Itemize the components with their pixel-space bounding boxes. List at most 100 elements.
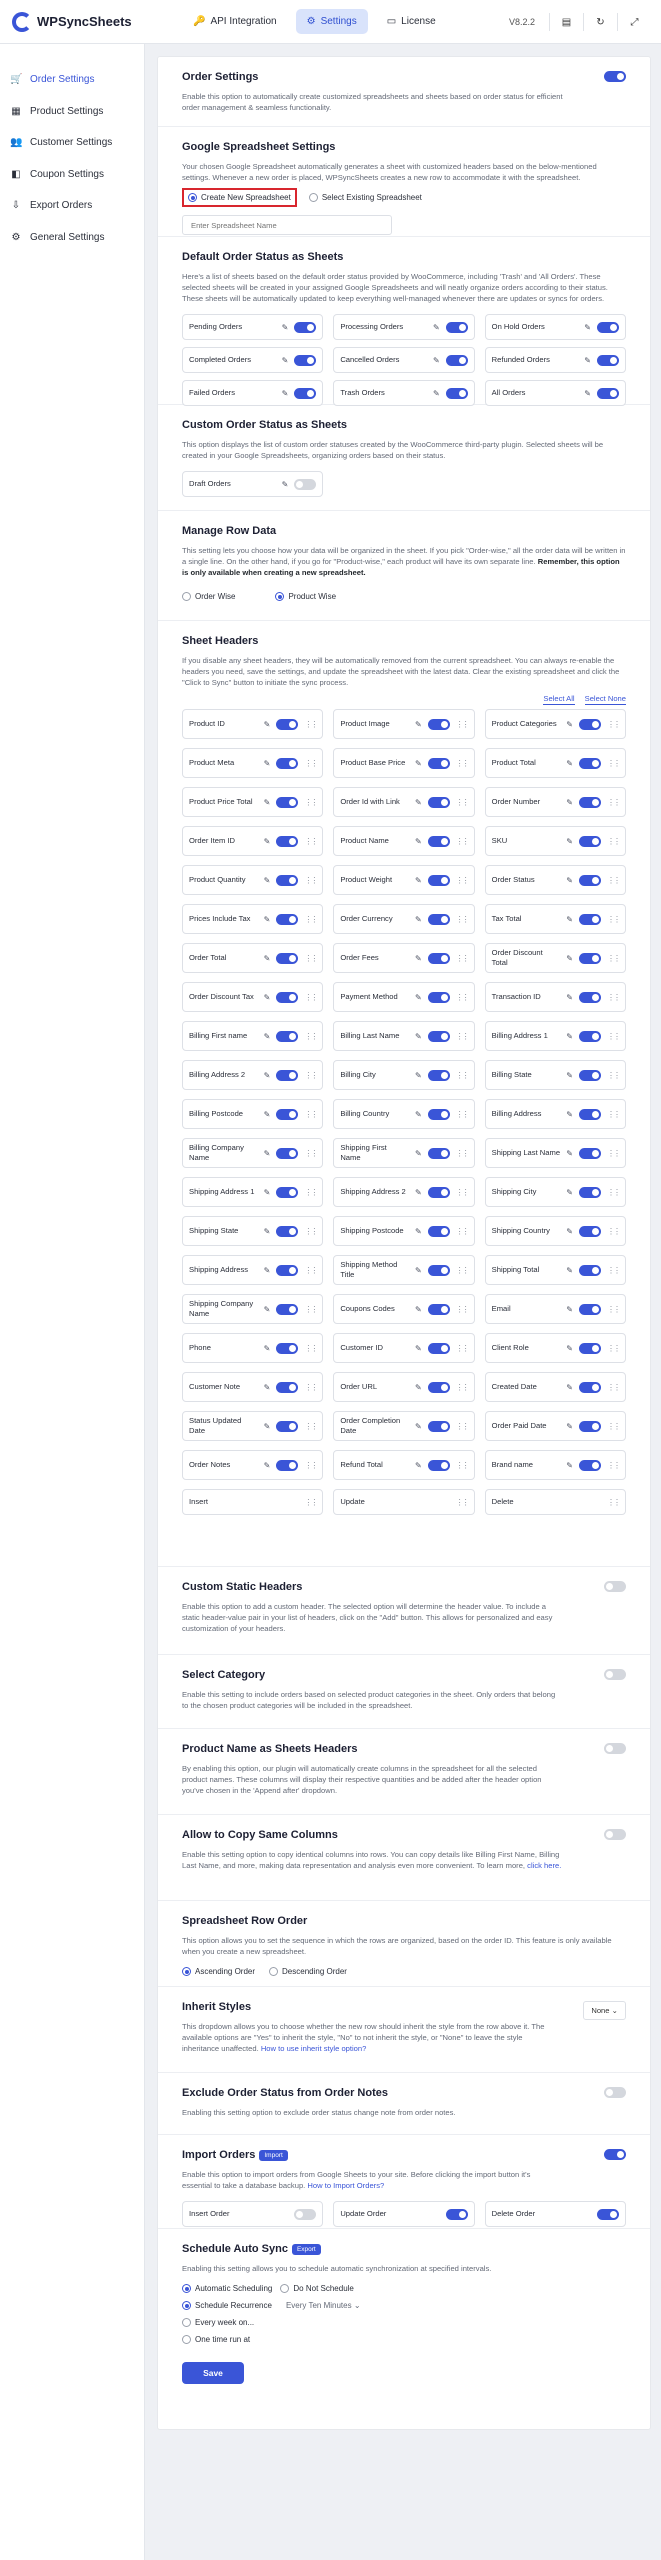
drag-handle-icon[interactable]: ⋮⋮ [304,759,318,768]
drag-handle-icon[interactable]: ⋮⋮ [607,1344,621,1353]
card-toggle[interactable] [427,1069,450,1081]
drag-handle-icon[interactable]: ⋮⋮ [304,1383,318,1392]
edit-icon[interactable]: ✎ [264,1305,271,1314]
edit-icon[interactable]: ✎ [264,1032,271,1041]
edit-icon[interactable]: ✎ [566,1110,573,1119]
card-toggle[interactable] [578,952,601,964]
card-toggle[interactable] [578,913,601,925]
drag-handle-icon[interactable]: ⋮⋮ [456,993,470,1002]
card-toggle[interactable] [276,1069,299,1081]
edit-icon[interactable]: ✎ [433,323,440,332]
card-toggle[interactable] [427,952,450,964]
card-toggle[interactable] [276,1381,299,1393]
drag-handle-icon[interactable]: ⋮⋮ [607,759,621,768]
drag-handle-icon[interactable]: ⋮⋮ [607,1188,621,1197]
order-wise-radio[interactable]: Order Wise [182,592,235,601]
every-week-radio[interactable]: Every week on... [182,2318,254,2327]
import-help-link[interactable]: How to Import Orders? [307,2181,384,2190]
edit-icon[interactable]: ✎ [415,837,422,846]
card-toggle[interactable] [427,991,450,1003]
order-settings-toggle[interactable] [604,71,626,82]
edit-icon[interactable]: ✎ [415,1032,422,1041]
edit-icon[interactable]: ✎ [264,1188,271,1197]
edit-icon[interactable]: ✎ [566,1383,573,1392]
edit-icon[interactable]: ✎ [264,1383,271,1392]
drag-handle-icon[interactable]: ⋮⋮ [607,1149,621,1158]
card-toggle[interactable] [578,1420,601,1432]
card-toggle[interactable] [596,354,619,366]
card-toggle[interactable] [276,1186,299,1198]
card-toggle[interactable] [276,1108,299,1120]
card-toggle[interactable] [596,321,619,333]
edit-icon[interactable]: ✎ [415,915,422,924]
drag-handle-icon[interactable]: ⋮⋮ [456,798,470,807]
edit-icon[interactable]: ✎ [415,1071,422,1080]
edit-icon[interactable]: ✎ [282,323,289,332]
drag-handle-icon[interactable]: ⋮⋮ [456,876,470,885]
sidebar-item-general-settings[interactable]: ⚙ General Settings [0,222,144,254]
card-toggle[interactable] [427,1381,450,1393]
card-toggle[interactable] [578,835,601,847]
edit-icon[interactable]: ✎ [264,837,271,846]
drag-handle-icon[interactable]: ⋮⋮ [456,1149,470,1158]
edit-icon[interactable]: ✎ [264,720,271,729]
card-toggle[interactable] [578,1264,601,1276]
drag-handle-icon[interactable]: ⋮⋮ [607,1071,621,1080]
drag-handle-icon[interactable]: ⋮⋮ [304,1188,318,1197]
exclude-status-toggle[interactable] [604,2087,626,2098]
card-toggle[interactable] [578,1069,601,1081]
card-toggle[interactable] [578,1342,601,1354]
edit-icon[interactable]: ✎ [415,954,422,963]
card-toggle[interactable] [578,1225,601,1237]
select-existing-radio[interactable]: Select Existing Spreadsheet [308,193,422,202]
edit-icon[interactable]: ✎ [584,323,591,332]
edit-icon[interactable]: ✎ [415,1344,422,1353]
edit-icon[interactable]: ✎ [566,1071,573,1080]
drag-handle-icon[interactable]: ⋮⋮ [304,1422,318,1431]
drag-handle-icon[interactable]: ⋮⋮ [304,1071,318,1080]
card-toggle[interactable] [578,1459,601,1471]
automatic-scheduling-radio[interactable]: Automatic Scheduling [182,2284,272,2293]
edit-icon[interactable]: ✎ [584,389,591,398]
sidebar-item-coupon-settings[interactable]: ◧ Coupon Settings [0,159,144,191]
drag-handle-icon[interactable]: ⋮⋮ [607,915,621,924]
drag-handle-icon[interactable]: ⋮⋮ [607,1305,621,1314]
edit-icon[interactable]: ✎ [264,954,271,963]
ascending-radio[interactable]: Ascending Order [182,1967,255,1976]
card-toggle[interactable] [427,1264,450,1276]
card-toggle[interactable] [445,387,468,399]
card-toggle[interactable] [276,796,299,808]
card-toggle[interactable] [294,2208,317,2220]
card-toggle[interactable] [427,874,450,886]
edit-icon[interactable]: ✎ [415,1305,422,1314]
edit-icon[interactable]: ✎ [584,356,591,365]
drag-handle-icon[interactable]: ⋮⋮ [304,876,318,885]
drag-handle-icon[interactable]: ⋮⋮ [304,1266,318,1275]
drag-handle-icon[interactable]: ⋮⋮ [304,1149,318,1158]
card-toggle[interactable] [445,2208,468,2220]
card-toggle[interactable] [578,1147,601,1159]
card-toggle[interactable] [427,1420,450,1432]
drag-handle-icon[interactable]: ⋮⋮ [607,1227,621,1236]
category-toggle[interactable] [604,1669,626,1680]
edit-icon[interactable]: ✎ [433,356,440,365]
drag-handle-icon[interactable]: ⋮⋮ [304,1305,318,1314]
edit-icon[interactable]: ✎ [264,1344,271,1353]
card-toggle[interactable] [427,1108,450,1120]
card-toggle[interactable] [276,835,299,847]
docs-icon[interactable]: ▤ [549,13,583,31]
product-name-toggle[interactable] [604,1743,626,1754]
edit-icon[interactable]: ✎ [415,759,422,768]
inherit-styles-select[interactable]: None ⌄ [583,2001,626,2020]
inherit-help-link[interactable]: How to use inherit style option? [261,2044,367,2053]
drag-handle-icon[interactable]: ⋮⋮ [304,1498,318,1507]
drag-handle-icon[interactable]: ⋮⋮ [607,993,621,1002]
card-toggle[interactable] [578,1303,601,1315]
card-toggle[interactable] [276,991,299,1003]
card-toggle[interactable] [276,874,299,886]
do-not-schedule-radio[interactable]: Do Not Schedule [280,2284,354,2293]
edit-icon[interactable]: ✎ [415,798,422,807]
sidebar-item-customer-settings[interactable]: 👥 Customer Settings [0,127,144,159]
card-toggle[interactable] [578,796,601,808]
drag-handle-icon[interactable]: ⋮⋮ [607,1461,621,1470]
